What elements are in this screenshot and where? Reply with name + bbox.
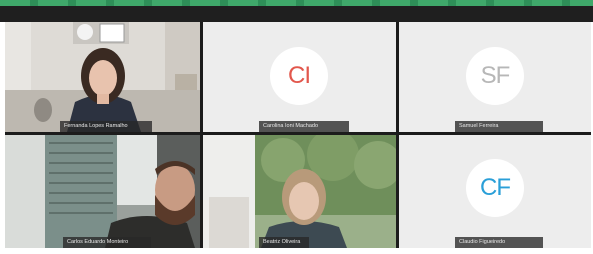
avatar-initials: SF — [480, 62, 511, 89]
avatar-initials: CF — [480, 174, 511, 201]
participant-tile-3[interactable]: SF Samuel Ferreira — [399, 22, 591, 132]
participant-avatar: CI — [270, 47, 328, 105]
participant-name-tag: Beatriz Oliveira — [259, 237, 309, 248]
participant-name-tag: Samuel Ferreira — [455, 121, 543, 132]
participant-tile-5[interactable]: Beatriz Oliveira — [203, 135, 396, 248]
video-feed-1 — [5, 22, 200, 132]
participant-name-tag: Fernanda Lopes Ramalho — [60, 121, 152, 132]
participant-name-tag: Carolina Ioni Machado — [259, 121, 349, 132]
avatar-initials: CI — [288, 62, 311, 89]
participant-tile-2[interactable]: CI Carolina Ioni Machado — [203, 22, 396, 132]
meeting-top-bar — [0, 6, 593, 22]
video-feed-4 — [5, 135, 200, 248]
participant-tile-6[interactable]: CF Claudio Figueiredo — [399, 135, 591, 248]
participant-avatar: SF — [466, 47, 524, 105]
participant-avatar: CF — [466, 159, 524, 217]
video-feed-5 — [203, 135, 396, 248]
participant-tile-4[interactable]: Carlos Eduardo Monteiro — [5, 135, 200, 248]
participant-name-tag: Carlos Eduardo Monteiro — [63, 237, 151, 248]
bottom-margin — [5, 248, 591, 254]
participant-tile-1[interactable]: Fernanda Lopes Ramalho — [5, 22, 200, 132]
participant-grid: Fernanda Lopes Ramalho CI Carolina Ioni … — [5, 22, 591, 248]
participant-name-tag: Claudio Figueiredo — [455, 237, 543, 248]
